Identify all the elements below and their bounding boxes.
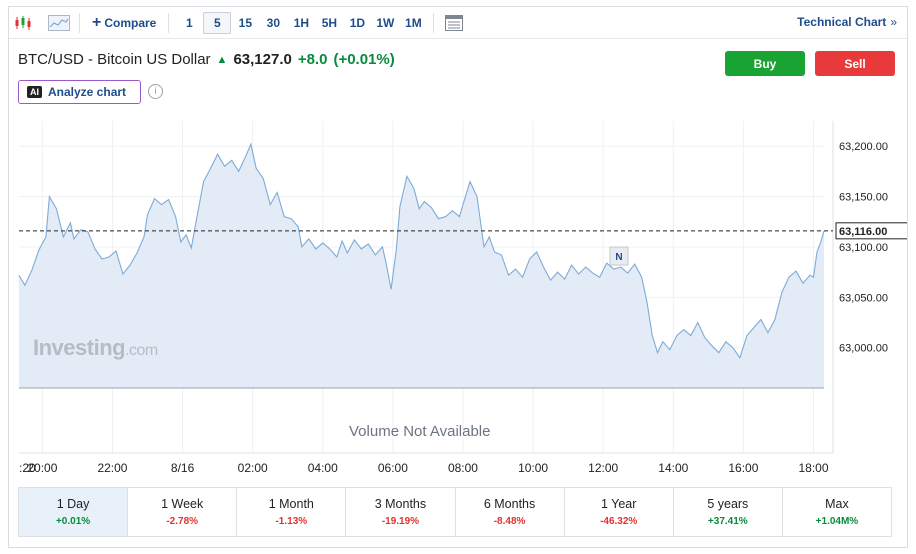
info-icon[interactable]: i xyxy=(148,84,163,99)
x-tick-label: 8/16 xyxy=(171,461,195,475)
period-change: -19.19% xyxy=(381,516,420,527)
timeframe-30[interactable]: 30 xyxy=(259,12,287,34)
current-price-label: 63,116.00 xyxy=(839,226,887,238)
x-tick-label: 20:00 xyxy=(27,461,57,475)
period-change: +37.41% xyxy=(707,516,748,527)
timeframe-1h[interactable]: 1H xyxy=(287,12,315,34)
area-chart-icon[interactable] xyxy=(45,11,73,35)
double-chevron-right-icon: » xyxy=(890,15,897,29)
y-tick-label: 63,200.00 xyxy=(839,141,888,153)
analyze-chart-button[interactable]: AI Analyze chart xyxy=(18,80,141,104)
compare-button[interactable]: + Compare xyxy=(86,13,162,31)
period-label: 1 Day xyxy=(56,497,90,511)
y-tick-label: 63,100.00 xyxy=(839,242,888,254)
watermark-suffix: .com xyxy=(125,342,158,359)
x-tick-label: 16:00 xyxy=(728,461,758,475)
period-change: -46.32% xyxy=(600,516,638,527)
x-tick-label: 18:00 xyxy=(798,461,828,475)
period-label: 1 Year xyxy=(600,497,637,511)
period-label: 1 Month xyxy=(268,497,314,511)
last-price: 63,127.0 xyxy=(233,51,292,68)
timeframe-1m[interactable]: 1M xyxy=(399,12,427,34)
toolbar-divider xyxy=(79,12,80,33)
plus-icon: + xyxy=(92,13,102,31)
y-tick-label: 63,050.00 xyxy=(839,292,888,304)
technical-chart-link[interactable]: Technical Chart» xyxy=(797,15,897,29)
period-5-years[interactable]: 5 years +37.41% xyxy=(674,488,783,536)
timeframe-5[interactable]: 5 xyxy=(203,11,232,34)
period-change: -1.13% xyxy=(275,516,308,527)
technical-chart-label: Technical Chart xyxy=(797,15,887,29)
analyze-chart-label: Analyze chart xyxy=(48,85,127,99)
period-label: 3 Months xyxy=(374,497,427,511)
instrument-header: BTC/USD - Bitcoin US Dollar ▲ 63,127.0 +… xyxy=(18,51,395,68)
table-view-icon[interactable] xyxy=(440,11,468,35)
investing-logo: Investing.com xyxy=(33,335,158,361)
x-tick-label: 12:00 xyxy=(588,461,618,475)
price-change-percent: (+0.01%) xyxy=(333,51,395,68)
watermark-brand: Investing xyxy=(33,335,126,360)
arrow-up-icon: ▲ xyxy=(216,53,228,66)
toolbar-divider xyxy=(433,12,435,33)
x-tick-label: 22:00 xyxy=(97,461,127,475)
sell-button[interactable]: Sell xyxy=(815,51,895,76)
period-max[interactable]: Max +1.04M% xyxy=(783,488,891,536)
period-1-year[interactable]: 1 Year -46.32% xyxy=(565,488,674,536)
y-tick-label: 63,000.00 xyxy=(839,343,888,355)
volume-status: Volume Not Available xyxy=(349,423,491,440)
timeframe-5h[interactable]: 5H xyxy=(315,12,343,34)
period-change: +1.04M% xyxy=(815,516,859,527)
buy-button[interactable]: Buy xyxy=(725,51,805,76)
x-tick-label: 10:00 xyxy=(518,461,548,475)
period-3-months[interactable]: 3 Months -19.19% xyxy=(346,488,456,536)
chart-widget: + Compare 1 5 15 30 1H 5H 1D 1W 1M Techn… xyxy=(8,6,908,548)
instrument-name: BTC/USD - Bitcoin US Dollar xyxy=(18,51,211,68)
period-change: +0.01% xyxy=(55,516,91,527)
x-tick-label: 08:00 xyxy=(448,461,478,475)
period-1-week[interactable]: 1 Week -2.78% xyxy=(128,488,238,536)
period-change: -2.78% xyxy=(166,516,199,527)
x-tick-label: 06:00 xyxy=(378,461,408,475)
timeframe-15[interactable]: 15 xyxy=(231,12,259,34)
chart-toolbar: + Compare 1 5 15 30 1H 5H 1D 1W 1M Techn… xyxy=(9,7,907,39)
period-selector: 1 Day +0.01% 1 Week -2.78% 1 Month -1.13… xyxy=(18,487,892,537)
period-change: -8.48% xyxy=(493,516,526,527)
price-change: +8.0 xyxy=(297,51,328,68)
y-tick-label: 63,150.00 xyxy=(839,192,888,204)
timeframe-1[interactable]: 1 xyxy=(175,12,203,34)
period-6-months[interactable]: 6 Months -8.48% xyxy=(456,488,565,536)
x-tick-label: 14:00 xyxy=(658,461,688,475)
period-1-day[interactable]: 1 Day +0.01% xyxy=(19,488,129,536)
x-tick-label: 02:00 xyxy=(238,461,268,475)
news-marker-label: N xyxy=(615,252,622,263)
period-1-month[interactable]: 1 Month -1.13% xyxy=(237,488,347,536)
x-tick-label: 04:00 xyxy=(308,461,338,475)
timeframe-1w[interactable]: 1W xyxy=(371,12,399,34)
period-label: Max xyxy=(825,497,849,511)
compare-label: Compare xyxy=(104,15,157,30)
period-label: 1 Week xyxy=(161,497,204,511)
candlestick-icon[interactable] xyxy=(9,11,37,35)
period-label: 5 years xyxy=(707,497,749,511)
ai-badge-icon: AI xyxy=(27,86,42,98)
period-label: 6 Months xyxy=(483,497,536,511)
timeframe-1d[interactable]: 1D xyxy=(343,12,371,34)
toolbar-divider xyxy=(168,12,170,33)
